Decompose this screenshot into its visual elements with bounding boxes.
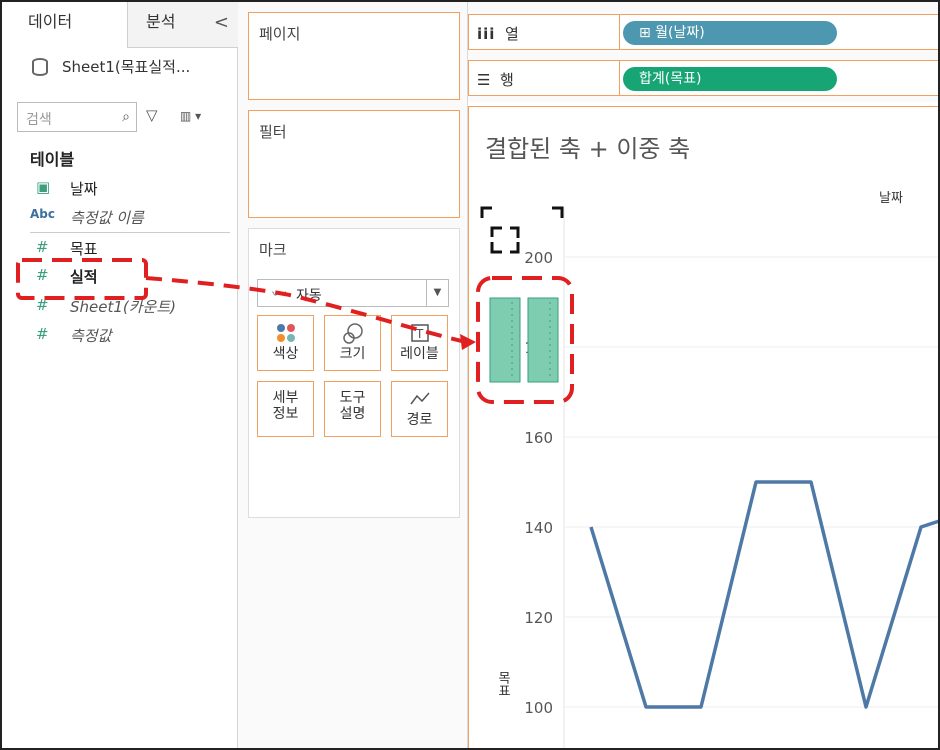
columns-shelf[interactable]: iii 열 ⊞ 월(날짜) [468, 14, 938, 50]
sum-target-pill[interactable]: 합계(목표) [623, 67, 837, 91]
color-button[interactable]: 색상 [257, 315, 314, 371]
rows-label: 행 [500, 71, 514, 89]
shelves-pane: 페이지 필터 마크 〰 자동 ▼ 색상 크기 T 레이블 세부 정보 도구 설명… [238, 2, 468, 748]
detail-button[interactable]: 세부 정보 [257, 381, 314, 437]
y-tick-label: 160 [524, 429, 553, 447]
abc-icon: Abc [30, 207, 55, 221]
tableau-window: 데이터 분석 < Sheet1(목표실적... 검색 ⌕ ▽ ▥ ▾ 테이블 ▣… [0, 0, 940, 750]
columns-label: 열 [504, 25, 519, 43]
y-tick-label: 200 [524, 249, 553, 267]
y-tick-label: 100 [524, 699, 553, 717]
mark-type-select[interactable]: 〰 자동 ▼ [257, 279, 449, 307]
search-input[interactable]: 검색 ⌕ [17, 102, 137, 132]
pages-card[interactable]: 페이지 [248, 12, 460, 100]
line-chart: 200 180 160 140 120 100 [524, 207, 940, 748]
data-pane: 데이터 분석 < Sheet1(목표실적... 검색 ⌕ ▽ ▥ ▾ 테이블 ▣… [2, 2, 238, 748]
shelf-area: iii 열 ⊞ 월(날짜) ☰ 행 합계(목표) [468, 2, 938, 102]
hash-icon: # [36, 325, 49, 343]
search-placeholder: 검색 [26, 112, 52, 128]
collapse-icon[interactable]: < [214, 12, 229, 33]
label-button[interactable]: T 레이블 [391, 315, 448, 371]
pane-tabs: 데이터 분석 < [2, 2, 238, 48]
marks-card: 마크 〰 자동 ▼ 색상 크기 T 레이블 세부 정보 도구 설명 경로 [248, 228, 460, 518]
path-button[interactable]: 경로 [391, 381, 448, 437]
series-line-0[interactable] [589, 480, 940, 709]
rows-shelf[interactable]: ☰ 행 합계(목표) [468, 60, 938, 96]
rows-icon: ☰ [477, 71, 491, 89]
color-dots-icon [258, 322, 313, 346]
marks-title: 마크 [259, 241, 287, 259]
path-icon [392, 388, 447, 412]
filter-icon[interactable]: ▽ [146, 106, 158, 124]
database-icon [32, 58, 48, 76]
auto-mark-icon: 〰 [272, 287, 286, 303]
hash-icon: # [36, 266, 49, 284]
view-options-icon[interactable]: ▥ ▾ [180, 109, 201, 123]
calendar-icon: ▣ [36, 178, 51, 196]
tab-data[interactable]: 데이터 [2, 2, 128, 48]
hash-icon: # [36, 238, 49, 256]
y-tick-label: 180 [524, 339, 553, 357]
chevron-down-icon: ▼ [426, 280, 448, 306]
tables-header: 테이블 [30, 150, 75, 169]
pages-title: 페이지 [259, 25, 301, 43]
filters-card[interactable]: 필터 [248, 110, 460, 218]
size-button[interactable]: 크기 [324, 315, 381, 371]
size-circles-icon [325, 322, 380, 346]
filters-title: 필터 [259, 123, 287, 141]
viz-area: 결합된 축 + 이중 축 날짜 목표 200 180 160 140 120 100 [468, 106, 940, 748]
datasource-item[interactable]: Sheet1(목표실적... [32, 56, 191, 77]
search-icon: ⌕ [122, 109, 130, 125]
y-tick-label: 120 [524, 609, 553, 627]
label-t-icon: T [392, 322, 447, 346]
datasource-name: Sheet1(목표실적... [62, 58, 191, 76]
tooltip-button[interactable]: 도구 설명 [324, 381, 381, 437]
month-date-pill[interactable]: ⊞ 월(날짜) [623, 21, 837, 45]
columns-icon: iii [477, 25, 496, 43]
y-tick-label: 140 [524, 519, 553, 537]
divider [30, 232, 230, 233]
hash-icon: # [36, 296, 49, 314]
svg-text:T: T [415, 327, 424, 341]
